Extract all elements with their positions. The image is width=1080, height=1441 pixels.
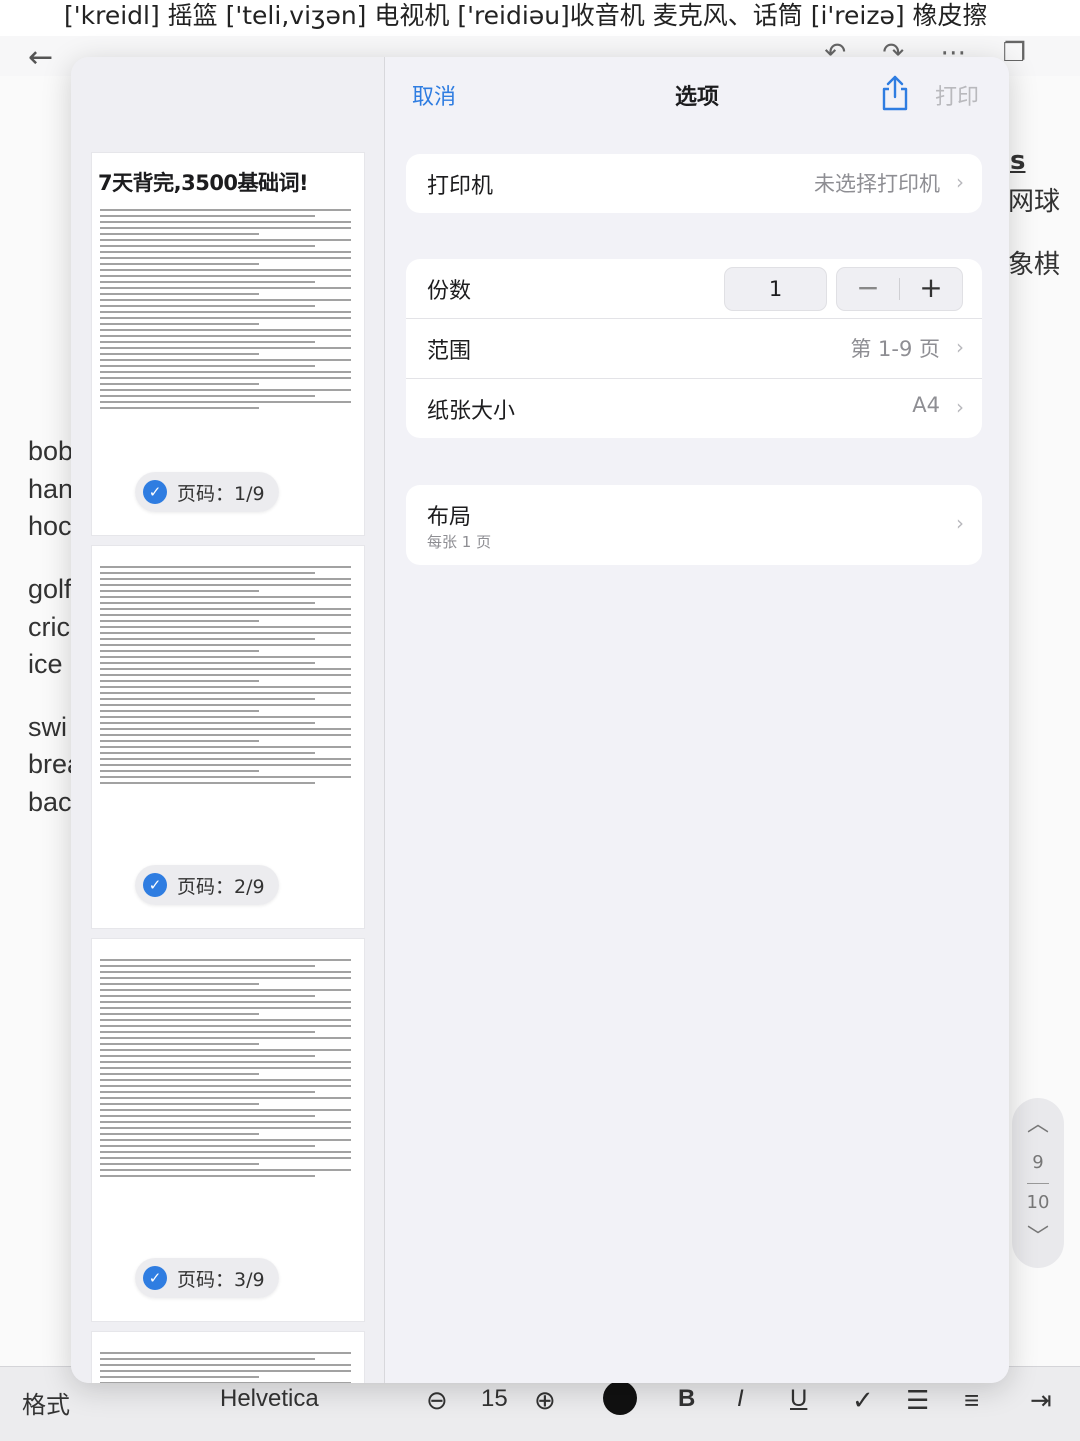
background-word: 网球 [1008,187,1061,217]
background-word: bac [28,787,72,817]
bullet-list-icon[interactable]: ☰ [906,1385,929,1416]
decrease-size-icon[interactable]: ⊖ [426,1385,448,1416]
range-row[interactable]: 范围 第 1-9 页 › [406,319,982,379]
background-word: cric [28,612,70,642]
checkmark-icon: ✓ [143,1266,167,1290]
paper-size-label: 纸张大小 [427,399,516,424]
increment-button[interactable]: + [900,268,962,310]
page-number-label: 页码：1/9 [177,482,265,505]
page-scroller[interactable]: ︿ 9 10 ﹀ [1012,1098,1064,1268]
checklist-icon[interactable]: ✓ [852,1385,874,1416]
background-word: golf [28,574,72,604]
page-number-label: 页码：3/9 [177,1268,265,1291]
background-word: s [1010,146,1026,176]
chevron-right-icon: › [956,395,964,419]
background-word: swi [28,712,67,742]
increase-size-icon[interactable]: ⊕ [534,1385,556,1416]
layout-label: 布局 [427,505,472,530]
background-word: han [28,474,74,504]
print-settings-group: 份数 1 − + 范围 第 1-9 页 › 纸张大小 A4 › [406,259,982,438]
printer-value: 未选择打印机 [814,172,940,196]
page-thumbnail[interactable] [91,1331,365,1383]
chevron-up-icon[interactable]: ︿ [1012,1110,1064,1140]
page-number-label: 页码：2/9 [177,875,265,898]
chevron-right-icon: › [956,170,964,194]
checkmark-icon: ✓ [143,480,167,504]
share-icon[interactable] [879,75,911,111]
printer-group: 打印机 未选择打印机 › [406,154,982,213]
page-number-badge[interactable]: ✓ 页码：2/9 [135,865,279,905]
thumbnail-title: 7天背完,3500基础词! [98,171,309,195]
page-number-badge[interactable]: ✓ 页码：3/9 [135,1258,279,1298]
chevron-down-icon[interactable]: ﹀ [1012,1223,1064,1253]
background-word: bob [28,436,74,466]
print-button[interactable]: 打印 [935,79,979,111]
printer-row[interactable]: 打印机 未选择打印机 › [406,154,982,213]
copies-label: 份数 [427,279,472,304]
paper-size-value: A4 [912,393,940,417]
page-preview-list[interactable]: 7天背完,3500基础词! ✓ 页码：1/9 ✓ 页码：2/9 ✓ 页码：3/9 [71,57,385,1383]
chevron-right-icon: › [956,511,964,535]
back-arrow-icon[interactable]: ← [28,40,53,75]
copies-stepper[interactable]: − + [836,267,963,311]
font-size-value: 15 [481,1385,508,1412]
background-word: hoc [28,511,72,541]
background-word: 象棋 [1008,250,1061,280]
range-label: 范围 [427,339,472,364]
layout-sublabel: 每张 1 页 [427,533,492,551]
range-value: 第 1-9 页 [850,337,940,361]
page-number-badge[interactable]: ✓ 页码：1/9 [135,472,279,512]
font-name-selector[interactable]: Helvetica [220,1385,319,1413]
dialog-title: 选项 [674,85,719,110]
layout-row[interactable]: 布局 每张 1 页 › [406,485,982,565]
paper-size-row[interactable]: 纸张大小 A4 › [406,379,982,438]
italic-button[interactable]: I [737,1385,744,1413]
indent-icon[interactable]: ⇥ [1030,1385,1052,1416]
bold-button[interactable]: B [678,1385,695,1413]
format-button[interactable]: 格式 [22,1385,70,1420]
layout-group: 布局 每张 1 页 › [406,485,982,565]
background-word: ice [28,649,63,679]
current-page: 9 [1032,1152,1044,1173]
chevron-right-icon: › [956,335,964,359]
total-pages: 10 [1026,1192,1050,1213]
background-document-top-line: ['kreidl] 摇篮 ['teli,viʒən] 电视机 ['reidiəu… [0,0,1080,36]
underline-button[interactable]: U [790,1385,807,1413]
copies-row: 份数 1 − + [406,259,982,319]
numbered-list-icon[interactable]: ≡ [964,1385,979,1416]
print-options-dialog: 7天背完,3500基础词! ✓ 页码：1/9 ✓ 页码：2/9 ✓ 页码：3/9… [71,57,1009,1383]
checkmark-icon: ✓ [143,873,167,897]
printer-label: 打印机 [427,174,494,199]
options-pane: 取消 选项 打印 打印机 未选择打印机 › 份数 1 − + 范围 第 1-9 … [385,57,1009,1383]
text-color-swatch[interactable] [603,1381,637,1415]
decrement-button[interactable]: − [837,268,899,310]
copies-input[interactable]: 1 [724,267,827,311]
